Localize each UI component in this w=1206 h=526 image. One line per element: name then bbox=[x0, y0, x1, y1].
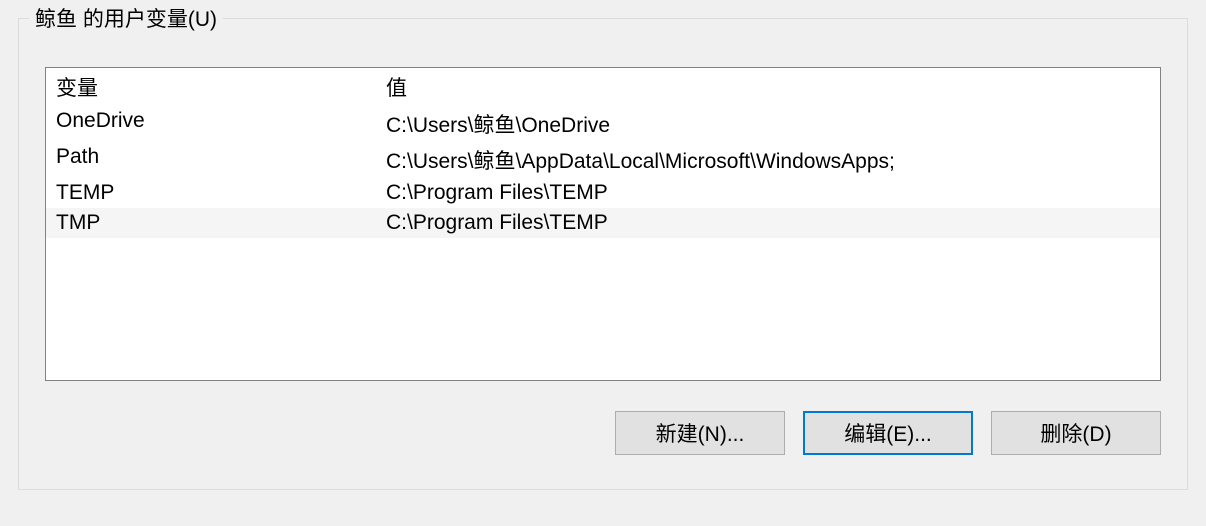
header-variable[interactable]: 变量 bbox=[46, 72, 386, 102]
cell-value: C:\Users\鲸鱼\OneDrive bbox=[386, 109, 1160, 139]
cell-value: C:\Program Files\TEMP bbox=[386, 181, 1160, 205]
delete-button[interactable]: 删除(D) bbox=[991, 411, 1161, 455]
button-row: 新建(N)... 编辑(E)... 删除(D) bbox=[19, 411, 1161, 455]
cell-variable: OneDrive bbox=[46, 109, 386, 139]
new-button[interactable]: 新建(N)... bbox=[615, 411, 785, 455]
cell-variable: TMP bbox=[46, 211, 386, 235]
table-row[interactable]: TEMP C:\Program Files\TEMP bbox=[46, 178, 1160, 208]
header-value[interactable]: 值 bbox=[386, 72, 1160, 102]
cell-variable: TEMP bbox=[46, 181, 386, 205]
cell-value: C:\Program Files\TEMP bbox=[386, 211, 1160, 235]
variables-listview[interactable]: 变量 值 OneDrive C:\Users\鲸鱼\OneDrive Path … bbox=[45, 67, 1161, 381]
cell-value: C:\Users\鲸鱼\AppData\Local\Microsoft\Wind… bbox=[386, 145, 1160, 175]
group-title: 鲸鱼 的用户变量(U) bbox=[29, 3, 223, 33]
table-row[interactable]: Path C:\Users\鲸鱼\AppData\Local\Microsoft… bbox=[46, 142, 1160, 178]
table-row[interactable]: TMP C:\Program Files\TEMP bbox=[46, 208, 1160, 238]
cell-variable: Path bbox=[46, 145, 386, 175]
listview-header: 变量 值 bbox=[46, 68, 1160, 106]
edit-button[interactable]: 编辑(E)... bbox=[803, 411, 973, 455]
user-variables-group: 鲸鱼 的用户变量(U) 变量 值 OneDrive C:\Users\鲸鱼\On… bbox=[18, 18, 1188, 490]
table-row[interactable]: OneDrive C:\Users\鲸鱼\OneDrive bbox=[46, 106, 1160, 142]
